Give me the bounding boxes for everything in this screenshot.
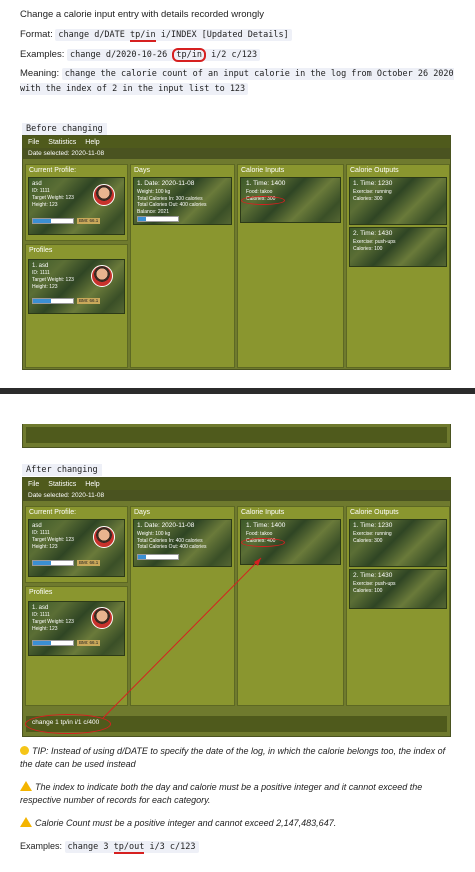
days-title: Days: [134, 167, 150, 174]
examples-label: Examples:: [20, 48, 65, 60]
days-panel: Days 1. Date: 2020-11-08 Weight: 100 kg …: [130, 164, 235, 368]
calorie-inputs-panel: Calorie Inputs 1. Time: 1400 Food: takoo…: [237, 164, 344, 368]
example-tp-highlight: tp/in: [172, 47, 206, 62]
warning-1-line: The index to indicate both the day and c…: [20, 781, 460, 807]
app-after: File Statistics Help Date selected: 2020…: [22, 477, 451, 737]
date-selected: Date selected: 2020-11-08: [23, 148, 450, 159]
tip-line: TIP: Instead of using d/DATE to specify …: [20, 745, 460, 771]
example-2-code: change 3 tp/out i/3 c/123: [64, 841, 199, 855]
warning-icon: [20, 781, 32, 792]
day-balance: Balance: 2021: [137, 209, 169, 216]
warning-2-line: Calorie Count must be a positive integer…: [20, 817, 460, 830]
input-food: Food: takoo: [246, 188, 273, 195]
after-label: After changing: [22, 464, 102, 476]
meaning-code: change the calorie count of an input cal…: [20, 68, 454, 95]
meaning-label: Meaning:: [20, 68, 60, 80]
highlight-ellipse: [241, 196, 285, 205]
annotation-arrow: [102, 557, 262, 719]
calorie-output-card-1[interactable]: 1. Time: 1230 Exercise: running Calories…: [349, 177, 447, 225]
app-before: File Statistics Help Date selected: 2020…: [22, 135, 451, 370]
bulb-icon: [20, 746, 29, 755]
day-total-in: Total Calories In: 300 calories: [137, 195, 203, 202]
menu-help[interactable]: Help: [85, 139, 99, 146]
avatar: [91, 265, 113, 287]
day-weight: Weight: 100 kg: [137, 188, 171, 195]
meaning-line: Meaning: change the calorie count of an …: [20, 67, 460, 96]
format-label: Format:: [20, 28, 53, 40]
intro-text: Change a calorie input entry with detail…: [20, 9, 264, 20]
examples-line: Examples: change d/2020-10-26 tp/in i/2 …: [20, 47, 460, 62]
bmi-badge: BMI: 66.1: [77, 298, 101, 304]
page-break: [0, 388, 475, 394]
calorie-output-card-2[interactable]: 2. Time: 1430 Exercise: push-ups Calorie…: [349, 227, 447, 267]
example-2-tp-highlight: tp/out: [113, 842, 145, 855]
bmi-badge: BMI: 66.1: [77, 218, 101, 224]
before-label: Before changing: [22, 123, 107, 135]
calorie-input-card[interactable]: 1. Time: 1400 Food: takoo Calories: 300: [240, 177, 341, 223]
progress-bar: [32, 298, 74, 304]
avatar: [93, 184, 115, 206]
day-date: 1. Date: 2020-11-08: [137, 180, 195, 187]
progress-bar: [32, 218, 74, 224]
format-line: Format: change d/DATE tp/in i/INDEX [Upd…: [20, 28, 460, 42]
format-code: change d/DATE tp/in i/INDEX [Updated Det…: [55, 28, 292, 42]
menu-bar: File Statistics Help: [23, 136, 450, 148]
doc-bottom: TIP: Instead of using d/DATE to specify …: [20, 745, 460, 860]
doc-top: Change a calorie input entry with detail…: [20, 8, 460, 102]
warning-2-text: Calorie Count must be a positive integer…: [35, 818, 337, 829]
example-code: change d/2020-10-26 tp/in i/2 c/123: [67, 47, 261, 62]
outputs-title: Calorie Outputs: [350, 167, 399, 174]
format-tp-highlight: tp/in: [130, 29, 156, 42]
command-box-empty[interactable]: [26, 427, 447, 443]
warning-icon: [20, 817, 32, 828]
warning-1-text: The index to indicate both the day and c…: [20, 782, 423, 806]
day-card[interactable]: 1. Date: 2020-11-08 Weight: 100 kg Total…: [133, 177, 232, 225]
day-total-out: Total Calories Out: 400 calories: [137, 202, 207, 209]
examples-2-line: Examples: change 3 tp/out i/3 c/123: [20, 840, 460, 855]
examples-2-label: Examples:: [20, 841, 63, 852]
tip-text: TIP: Instead of using d/DATE to specify …: [20, 746, 446, 770]
profiles-title: Profiles: [29, 247, 53, 254]
current-profile-card[interactable]: asd ID: 1111 Target Weight: 123 Height: …: [28, 177, 125, 235]
progress-bar: [137, 216, 179, 222]
input-time: 1. Time: 1400: [246, 180, 286, 187]
menu-file[interactable]: File: [28, 139, 39, 146]
app-before-bottom: [22, 424, 451, 448]
current-profile-title: Current Profile:: [29, 167, 77, 174]
inputs-title: Calorie Inputs: [241, 167, 285, 174]
current-profile-panel: Current Profile: asd ID: 1111 Target Wei…: [25, 164, 128, 241]
menu-statistics[interactable]: Statistics: [48, 139, 76, 146]
profiles-panel: Profiles 1. asd ID: 1111 Target Weight: …: [25, 244, 128, 368]
profiles-list-item[interactable]: 1. asd ID: 1111 Target Weight: 123 Heigh…: [28, 259, 125, 314]
calorie-outputs-panel: Calorie Outputs 1. Time: 1230 Exercise: …: [346, 164, 450, 368]
